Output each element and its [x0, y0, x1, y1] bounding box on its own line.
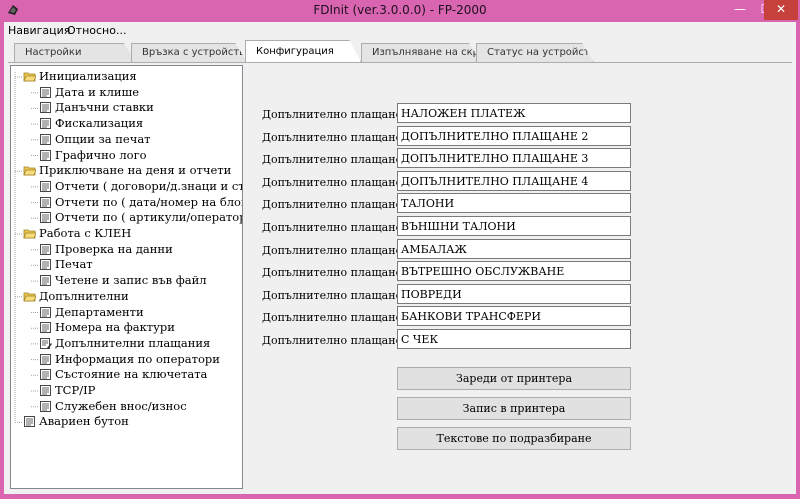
tree-node-label: Работа с КЛЕН: [39, 226, 132, 240]
window-title: FDInit (ver.3.0.0.0) - FP-2000: [313, 3, 487, 17]
tree-node-label: Номера на фактури: [55, 320, 175, 335]
payment-name-input[interactable]: ДОПЪЛНИТЕЛНО ПЛАЩАНЕ 2: [397, 125, 631, 146]
tree-node-label: TCP/IP: [55, 383, 96, 397]
tree-node-label: Инициализация: [39, 69, 137, 83]
tree-node-label: Състояние на ключетата: [55, 367, 208, 382]
menu-navigation[interactable]: Навигация: [8, 24, 70, 37]
page-icon: [40, 369, 51, 381]
close-button[interactable]: ✕: [764, 0, 798, 20]
page-icon: [40, 118, 51, 130]
page-icon: [40, 86, 51, 98]
title-bar: FDInit (ver.3.0.0.0) - FP-2000 — ☐ ✕: [0, 0, 800, 22]
default-texts-button[interactable]: Текстове по подразбиране: [397, 427, 631, 450]
tab-device-status[interactable]: Статус на устройството: [476, 43, 594, 62]
tab-script-execution[interactable]: Изпълняване на скрипт: [361, 43, 481, 62]
page-icon: [40, 102, 51, 114]
tree-node-label: Отчети по ( артикули/оператори ): [55, 210, 243, 225]
menu-bar: Навигация Относно...: [4, 22, 796, 40]
page-icon: [40, 133, 51, 145]
page-icon: [40, 385, 51, 396]
folder-open-icon: [23, 229, 36, 239]
folder-open-icon: [23, 166, 36, 176]
page-icon: [40, 353, 51, 365]
menu-about[interactable]: Относно...: [67, 24, 126, 37]
payment-name-input[interactable]: ДОПЪЛНИТЕЛНО ПЛАЩАНЕ 3: [397, 148, 631, 169]
payment-name-input[interactable]: АМБАЛАЖ: [397, 238, 631, 259]
page-icon: [24, 416, 35, 428]
tree-node-label: Четене и запис във файл: [55, 273, 207, 288]
minimize-button[interactable]: —: [727, 0, 753, 20]
tab-settings[interactable]: Настройки: [14, 43, 136, 62]
payment-name-input[interactable]: ВЪНШНИ ТАЛОНИ: [397, 216, 631, 236]
page-icon: [40, 196, 51, 208]
payment-name-input[interactable]: НАЛОЖЕН ПЛАТЕЖ: [397, 103, 631, 123]
tree-node-label: Приключване на деня и отчети: [39, 163, 232, 178]
payment-name-input[interactable]: ДОПЪЛНИТЕЛНО ПЛАЩАНЕ 4: [397, 170, 631, 191]
folder-open-icon: [23, 292, 36, 302]
tree-node-label: Графично лого: [55, 147, 147, 162]
page-icon: [40, 259, 51, 271]
window-bottom-border: [0, 494, 800, 499]
page-icon: [40, 243, 51, 255]
tree-node-label: Данъчни ставки: [55, 100, 154, 115]
tree-node-label: Опции за печат: [55, 131, 151, 146]
payment-name-input[interactable]: БАНКОВИ ТРАНСФЕРИ: [397, 306, 631, 327]
page-icon: [40, 400, 51, 412]
folder-open-icon: [23, 72, 36, 82]
tree-node-label: Проверка на данни: [55, 241, 173, 256]
window-client: Навигация Относно... Настройки Връзка с …: [4, 22, 796, 494]
page-icon: [40, 275, 51, 287]
tree-node-label: Авариен бутон: [39, 414, 129, 429]
tree-node-label: Отчети по ( дата/номер на блок ): [55, 194, 243, 209]
page-icon: [40, 149, 51, 161]
tree-node-label: Служебен внос/износ: [55, 398, 187, 413]
config-tree[interactable]: Инициализация Дата и клише Данъчни ставки Ф…: [10, 65, 243, 489]
page-icon: [40, 180, 51, 192]
tree-node-label: Печат: [55, 257, 93, 272]
tree-node-label: Фискализация: [55, 116, 144, 131]
payment-name-input[interactable]: С ЧЕК: [397, 329, 631, 349]
page-icon: [40, 212, 51, 224]
payment-name-input[interactable]: ВЪТРЕШНО ОБСЛУЖВАНЕ: [397, 261, 631, 282]
page-edit-icon: [40, 337, 52, 349]
tab-configuration[interactable]: Конфигурация: [245, 40, 361, 62]
tree-node-label: Отчети ( договори/д.знаци и ставки ): [55, 178, 242, 193]
tree-node-label: Допълнителни плащания: [55, 335, 211, 350]
payment-name-input[interactable]: ПОВРЕДИ: [397, 283, 631, 304]
tab-device-connection[interactable]: Връзка с устройството: [131, 43, 247, 62]
page-icon: [40, 322, 51, 334]
tree-node-label: Допълнителни: [39, 288, 129, 303]
tree-node-label: Дата и клише: [55, 84, 140, 99]
payment-name-input[interactable]: ТАЛОНИ: [397, 193, 631, 214]
load-from-printer-button[interactable]: Зареди от принтера: [397, 367, 631, 390]
tree-node-label: Информация по оператори: [55, 351, 220, 366]
tab-strip: Настройки Връзка с устройството Изпълняв…: [4, 40, 796, 62]
tree-node-label: Департаменти: [55, 304, 144, 319]
page-icon: [40, 306, 51, 318]
save-to-printer-button[interactable]: Запис в принтера: [397, 397, 631, 420]
